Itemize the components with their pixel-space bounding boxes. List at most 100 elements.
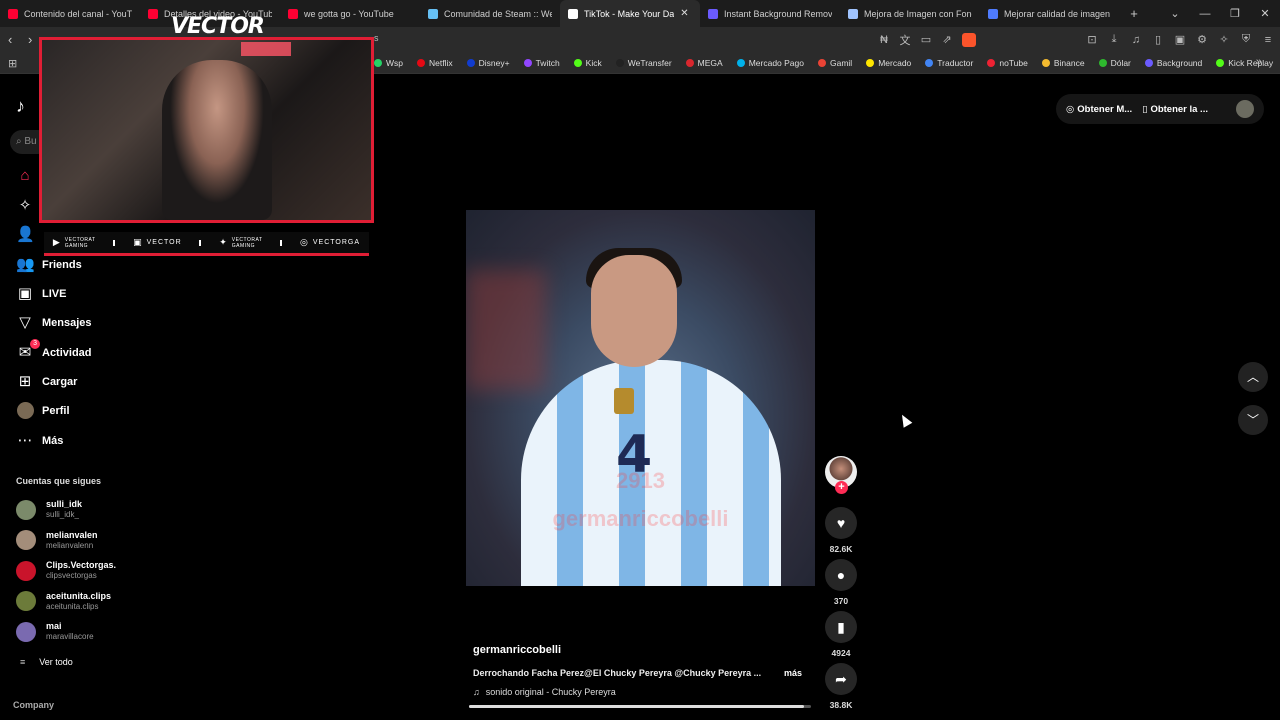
bookmark-item[interactable]: Netflix — [417, 58, 453, 68]
screenshot-icon[interactable]: ⊡ — [1086, 33, 1098, 46]
nav-activity[interactable]: ✉ 3 Actividad — [16, 339, 92, 362]
divider — [113, 239, 116, 246]
progress-fill — [469, 705, 805, 708]
bookmark-item[interactable]: Dólar — [1098, 58, 1131, 68]
bookmark-item[interactable]: Disney+ — [466, 58, 510, 68]
share-icon[interactable]: ⇗ — [941, 33, 953, 46]
tab-search-icon[interactable]: ⌄ — [1160, 7, 1190, 20]
bookmark-item[interactable]: Mercado Pago — [736, 58, 804, 68]
followed-account[interactable]: aceitunita.clips aceitunita.clips — [16, 591, 111, 612]
user-avatar[interactable] — [1236, 100, 1254, 118]
previous-video-button[interactable]: ︿ — [1238, 362, 1268, 392]
nav-upload[interactable]: ⊞ Cargar — [16, 373, 78, 391]
share-action: ➦ 38.8K — [825, 663, 857, 710]
nav-friends[interactable]: 👥 Friends — [16, 256, 82, 274]
next-video-button[interactable]: ﹀ — [1238, 405, 1268, 435]
download-icon[interactable]: ⤓ — [1108, 33, 1120, 46]
follow-plus-icon[interactable]: + — [835, 481, 848, 494]
bookmark-item[interactable]: WeTransfer — [615, 58, 672, 68]
translate-icon[interactable]: 文 — [899, 32, 911, 48]
bookmark-item[interactable]: Wsp — [374, 58, 403, 68]
bookmark-label: Background — [1156, 58, 1203, 68]
bookmark-icon[interactable]: ▮ — [825, 611, 857, 643]
activity-icon: ✉ 3 — [16, 339, 40, 362]
new-tab-button[interactable]: + — [1120, 6, 1148, 21]
nav-messages[interactable]: ▽ Mensajes — [16, 314, 91, 332]
menu-icon[interactable]: ≡ — [1262, 34, 1274, 46]
video-progress-bar[interactable] — [469, 705, 811, 708]
see-all-link[interactable]: ≡ Ver todo — [20, 657, 73, 667]
extensions-icon[interactable]: ⚙ — [1196, 33, 1208, 46]
followed-account[interactable]: melianvalen melianvalenn — [16, 530, 98, 551]
address-bar-icons: ₦ 文 ▭ ⇗ — [878, 27, 976, 52]
sidebar-icon[interactable]: ▯ — [1152, 33, 1164, 46]
twitch-social: ▣ VECTOR — [133, 237, 182, 248]
vpn-icon[interactable]: ⛨ — [1240, 33, 1252, 46]
no-translate-icon[interactable]: ₦ — [878, 34, 890, 46]
bookmark-favicon-icon — [987, 59, 996, 67]
bookmark-item[interactable]: MEGA — [685, 58, 723, 68]
restore-icon[interactable]: ❐ — [1220, 7, 1250, 20]
bookmarks-overflow-icon[interactable]: » — [1256, 56, 1262, 68]
messages-icon: ▽ — [19, 314, 31, 331]
url-field[interactable]: s — [374, 33, 379, 43]
bookmark-item[interactable]: Kick Replay — [1216, 58, 1273, 68]
leo-ai-icon[interactable]: ✧ — [1218, 33, 1230, 46]
browser-tab[interactable]: TikTok - Make Your Da ✕ — [560, 0, 700, 27]
nav-profile[interactable]: Perfil — [16, 402, 70, 420]
browser-tab[interactable]: Mejorar calidad de imagen on — [980, 0, 1120, 27]
video-player[interactable]: 4 2913 germanriccobelli — [466, 210, 815, 586]
browser-tab[interactable]: Mejora de Imagen con Fondo — [840, 0, 980, 27]
browser-tab[interactable]: Comunidad de Steam :: We G — [420, 0, 560, 27]
bookmark-item[interactable]: Gamil — [818, 58, 852, 68]
followed-account[interactable]: mai maravillacore — [16, 621, 94, 642]
tiktok-logo[interactable]: ♪ — [16, 96, 25, 117]
browser-tab[interactable]: Contenido del canal - YouTube — [0, 0, 140, 27]
bookmark-item[interactable]: Twitch — [523, 58, 560, 68]
bookmark-item[interactable]: Traductor — [925, 58, 973, 68]
comment-icon[interactable]: ● — [825, 559, 857, 591]
sound-link[interactable]: ♫ sonido original - Chucky Pereyra — [473, 687, 616, 697]
nav-more[interactable]: ⋯ Más — [16, 432, 64, 450]
get-coins-button[interactable]: ◎ Obtener M... — [1066, 104, 1132, 115]
more-button[interactable]: más — [784, 668, 802, 678]
followed-account[interactable]: sulli_idk sulli_idk_ — [16, 499, 82, 520]
company-link[interactable]: Company — [13, 700, 54, 710]
save-count: 4924 — [831, 648, 851, 658]
browser-tab[interactable]: we gotta go - YouTube — [280, 0, 420, 27]
brave-shields-icon[interactable] — [962, 32, 976, 47]
close-tab-icon[interactable]: ✕ — [680, 8, 688, 19]
close-window-icon[interactable]: ✕ — [1250, 7, 1280, 20]
nav-live[interactable]: ▣ LIVE — [16, 285, 67, 303]
cast-icon[interactable]: ▭ — [920, 33, 932, 46]
following-accounts-title: Cuentas que sigues — [16, 476, 102, 486]
search-icon: ⌕ — [16, 136, 22, 147]
minimize-icon[interactable]: — — [1190, 8, 1220, 20]
compass-icon: ✧ — [18, 197, 32, 214]
get-app-button[interactable]: ▯ Obtener la ... — [1142, 104, 1208, 115]
tab-favicon-icon — [8, 8, 18, 19]
social-handle-bottom: GAMING — [231, 242, 256, 249]
browser-tab[interactable]: Instant Background Remover — [700, 0, 840, 27]
jersey-crest — [614, 388, 634, 414]
forward-icon[interactable]: › — [28, 32, 32, 47]
account-name: aceitunita.clips — [46, 590, 112, 601]
bookmark-item[interactable]: Background — [1144, 58, 1203, 68]
apps-grid-icon[interactable]: ⊞ — [8, 57, 17, 70]
account-handle: clipsvectorgas — [46, 571, 97, 580]
bookmark-item[interactable]: Binance — [1041, 58, 1085, 68]
back-icon[interactable]: ‹ — [8, 32, 12, 47]
bookmark-item[interactable]: Kick — [573, 58, 602, 68]
followed-account[interactable]: Clips.Vectorgas. clipsvectorgas — [16, 560, 116, 581]
bookmark-favicon-icon — [466, 59, 475, 67]
bookmark-item[interactable]: Mercado — [866, 58, 911, 68]
video-author[interactable]: germanriccobelli — [473, 644, 561, 656]
nav-following[interactable]: 👤 — [16, 226, 42, 244]
heart-icon[interactable]: ♥ — [825, 507, 857, 539]
share-arrow-icon[interactable]: ➦ — [825, 663, 857, 695]
music-icon[interactable]: ♫ — [1130, 34, 1142, 46]
bookmark-label: Netflix — [429, 58, 453, 68]
bookmark-item[interactable]: noTube — [987, 58, 1028, 68]
activity-badge: 3 — [30, 339, 40, 349]
wallet-icon[interactable]: ▣ — [1174, 33, 1186, 46]
